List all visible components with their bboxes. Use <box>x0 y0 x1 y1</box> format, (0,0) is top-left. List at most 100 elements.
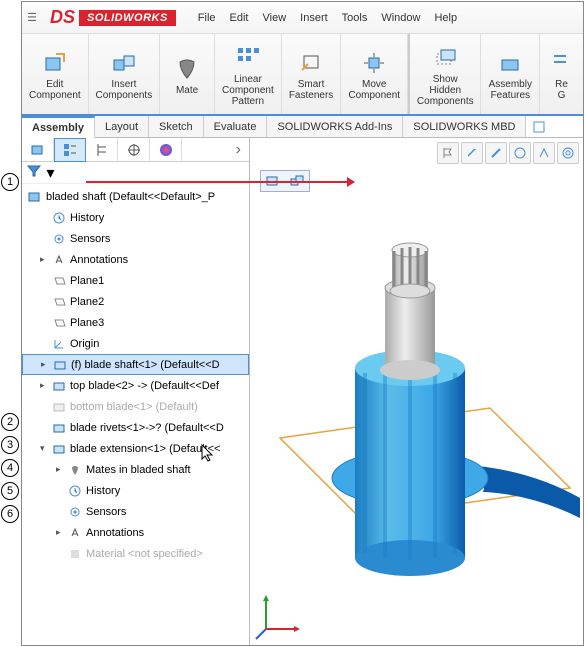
tree-root[interactable]: bladed shaft (Default<<Default>_P <box>22 186 249 207</box>
ribbon-show-hidden[interactable]: Show Hidden Components <box>408 34 481 114</box>
app-menu-icon[interactable]: ☰ <box>22 11 42 24</box>
tree-plane2[interactable]: Plane2 <box>22 291 249 312</box>
ribbon-label: Mate <box>176 85 198 96</box>
ribbon-mate[interactable]: Mate <box>160 34 215 114</box>
menu-window[interactable]: Window <box>381 12 420 24</box>
ribbon-label: Assembly Features <box>489 79 532 101</box>
view-edit-icon[interactable] <box>461 142 483 164</box>
menu-insert[interactable]: Insert <box>300 12 328 24</box>
edit-component-icon <box>41 49 69 77</box>
view-circle2-icon[interactable] <box>557 142 579 164</box>
tree-label: Plane3 <box>70 317 104 329</box>
tree-origin[interactable]: Origin <box>22 333 249 354</box>
logo-ds-icon: DS <box>50 7 75 28</box>
annotations-icon <box>50 253 68 267</box>
content-area: › ▾ bladed shaft (Default<<Default>_P Hi… <box>22 138 583 645</box>
assembly-icon <box>26 189 44 205</box>
tree-tab-appearance-icon[interactable] <box>150 138 182 162</box>
tree-label: (f) blade shaft<1> (Default<<D <box>71 359 220 371</box>
menu-edit[interactable]: Edit <box>230 12 249 24</box>
titlebar: ☰ DS SOLIDWORKS File Edit View Insert To… <box>22 2 583 34</box>
tree-label: Material <not specified> <box>86 548 203 560</box>
tree-blade-shaft[interactable]: ▸(f) blade shaft<1> (Default<<D <box>22 354 249 375</box>
menu-tools[interactable]: Tools <box>342 12 368 24</box>
view-sketch-icon[interactable] <box>485 142 507 164</box>
tree-plane3[interactable]: Plane3 <box>22 312 249 333</box>
tree-sub-history[interactable]: History <box>22 480 249 501</box>
material-icon <box>66 547 84 561</box>
tree-toolbar-expand-icon[interactable]: › <box>228 141 249 159</box>
tab-addins[interactable]: SOLIDWORKS Add-Ins <box>267 116 403 137</box>
ribbon-linear-pattern[interactable]: Linear Component Pattern <box>215 34 282 114</box>
linear-pattern-icon <box>234 44 262 72</box>
callout-3: 3 <box>1 436 19 454</box>
callout-6: 6 <box>1 505 19 523</box>
ribbon-label: Show Hidden Components <box>417 74 474 107</box>
tree-tab-property-icon[interactable] <box>118 138 150 162</box>
tab-layout[interactable]: Layout <box>95 116 149 137</box>
tree-sub-sensors[interactable]: Sensors <box>22 501 249 522</box>
mate-icon <box>173 55 201 83</box>
ribbon-move-component[interactable]: Move Component <box>341 34 408 114</box>
menu-file[interactable]: File <box>198 12 216 24</box>
mates-icon <box>66 463 84 477</box>
tree-label: Sensors <box>70 233 110 245</box>
smart-fasteners-icon <box>297 49 325 77</box>
show-hidden-icon <box>431 44 459 72</box>
ribbon-smart-fasteners[interactable]: Smart Fasteners <box>282 34 342 114</box>
tab-assembly[interactable]: Assembly <box>22 116 95 138</box>
ribbon-label: Linear Component Pattern <box>222 74 274 107</box>
tree-blade-rivets[interactable]: blade rivets<1>->? (Default<<D <box>22 417 249 438</box>
tree-tab-assembly-icon[interactable] <box>22 138 54 162</box>
view-flag-icon[interactable] <box>437 142 459 164</box>
view-measure-icon[interactable] <box>533 142 555 164</box>
tree-top-blade[interactable]: ▸top blade<2> -> (Default<<Def <box>22 375 249 396</box>
command-tabs: Assembly Layout Sketch Evaluate SOLIDWOR… <box>22 116 583 138</box>
ribbon-edit-component[interactable]: Edit Component <box>22 34 89 114</box>
tree-label: Origin <box>70 338 99 350</box>
tree-material[interactable]: Material <not specified> <box>22 543 249 564</box>
filter-icon[interactable]: ▾ <box>26 163 54 183</box>
ribbon-label: Edit Component <box>29 79 81 101</box>
tree-label: bottom blade<1> (Default) <box>70 401 198 413</box>
graphics-viewport[interactable] <box>250 138 583 645</box>
tree-label: History <box>86 485 120 497</box>
insert-components-icon <box>110 49 138 77</box>
menu-view[interactable]: View <box>263 12 287 24</box>
callout-2: 2 <box>1 413 19 431</box>
tab-mbd[interactable]: SOLIDWORKS MBD <box>403 116 526 137</box>
ribbon-insert-components[interactable]: Insert Components <box>89 34 160 114</box>
origin-icon <box>50 337 68 351</box>
tree-tab-feature-icon[interactable] <box>54 138 86 162</box>
feature-tree[interactable]: bladed shaft (Default<<Default>_P Histor… <box>22 184 249 645</box>
model-render <box>260 188 580 618</box>
annotations-icon <box>66 526 84 540</box>
ribbon-label: Insert Components <box>96 79 153 101</box>
tab-evaluate[interactable]: Evaluate <box>204 116 268 137</box>
ribbon-ref-geom[interactable]: Re G <box>540 34 583 114</box>
tree-label: Plane2 <box>70 296 104 308</box>
tree-sub-annotations[interactable]: ▸Annotations <box>22 522 249 543</box>
part-icon <box>50 442 68 456</box>
ribbon-label: Move Component <box>348 79 400 101</box>
tree-toolbar: › <box>22 138 249 162</box>
menubar: File Edit View Insert Tools Window Help <box>198 12 457 24</box>
tree-sensors[interactable]: Sensors <box>22 228 249 249</box>
tree-annotations[interactable]: ▸Annotations <box>22 249 249 270</box>
tree-history[interactable]: History <box>22 207 249 228</box>
ref-geom-icon <box>548 49 576 77</box>
ribbon-assembly-features[interactable]: Assembly Features <box>481 34 540 114</box>
part-icon <box>50 421 68 435</box>
tab-sketch[interactable]: Sketch <box>149 116 204 137</box>
callout-1: 1 <box>1 173 19 191</box>
part-icon <box>50 400 68 414</box>
tab-overflow-icon[interactable] <box>526 116 552 137</box>
tree-tab-config-icon[interactable] <box>86 138 118 162</box>
tree-bottom-blade[interactable]: bottom blade<1> (Default) <box>22 396 249 417</box>
history-icon <box>50 211 68 225</box>
tree-plane1[interactable]: Plane1 <box>22 270 249 291</box>
menu-help[interactable]: Help <box>434 12 457 24</box>
view-circle1-icon[interactable] <box>509 142 531 164</box>
assembly-features-icon <box>496 49 524 77</box>
tree-root-label: bladed shaft (Default<<Default>_P <box>46 191 215 203</box>
